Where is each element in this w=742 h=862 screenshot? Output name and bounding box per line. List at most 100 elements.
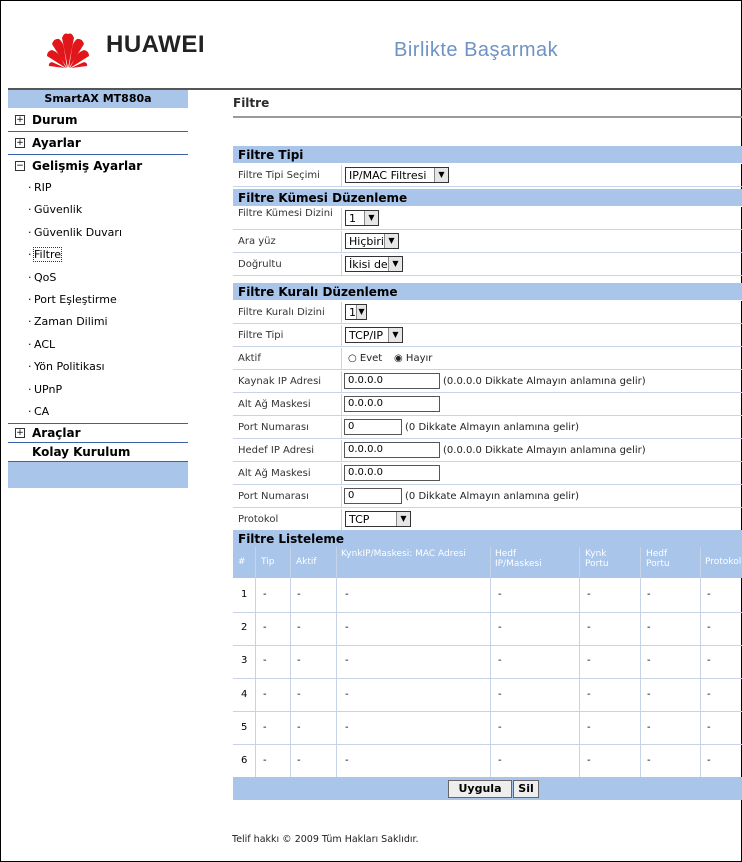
subitem-label[interactable]: Port Eşleştirme <box>34 293 117 306</box>
row-hedef-ip: Hedef IP Adresi 0.0.0.0 (0.0.0.0 Dikkate… <box>233 440 742 462</box>
dest-ip-input[interactable]: 0.0.0.0 <box>344 442 440 458</box>
rule-type-select[interactable]: TCP/IP ▼ <box>345 327 403 343</box>
bullet-icon: · <box>28 248 32 262</box>
table-cell: - <box>297 655 301 667</box>
table-cell: - <box>345 589 349 600</box>
sidebar-subitem-filtre[interactable]: · Filtre <box>8 244 188 266</box>
subitem-label[interactable]: CA <box>34 405 49 418</box>
sidebar-item-araclar[interactable]: + Araçlar <box>8 424 188 444</box>
dest-mask-input[interactable]: 0.0.0.0 <box>344 465 440 481</box>
field-cell: 0.0.0.0 (0.0.0.0 Dikkate Almayın anlamın… <box>341 440 646 461</box>
col-header: # <box>238 557 246 567</box>
table-cell: - <box>707 589 711 600</box>
port-hint: (0 Dikkate Almayın anlamına gelir) <box>405 422 580 433</box>
filter-type-select[interactable]: IP/MAC Filtresi ▼ <box>345 167 449 183</box>
table-cell: 3 <box>241 655 248 667</box>
col-header: KynkIP/Maskesi: MAC Adresi <box>341 549 466 559</box>
sidebar-subitem-acl[interactable]: · ACL <box>8 334 188 356</box>
dropdown-arrow-icon[interactable]: ▼ <box>388 328 402 342</box>
subitem-label[interactable]: RIP <box>34 181 52 194</box>
subitem-label[interactable]: Güvenlik Duvarı <box>34 226 122 239</box>
expand-icon[interactable]: + <box>15 428 25 439</box>
row-port2: Port Numarası 0 (0 Dikkate Almayın anlam… <box>233 486 742 508</box>
page-title: Filtre <box>233 96 270 110</box>
sidebar-subitem-upnp[interactable]: · UPnP <box>8 379 188 401</box>
table-cell: - <box>297 755 301 766</box>
table-cell: - <box>498 688 502 700</box>
radio-hayir[interactable]: ◉ Hayır <box>394 348 432 369</box>
column-divider <box>255 547 256 777</box>
sidebar-subitem-yon[interactable]: · Yön Politikası <box>8 356 188 378</box>
dropdown-arrow-icon[interactable]: ▼ <box>384 234 398 248</box>
field-cell: 0.0.0.0 <box>341 463 440 484</box>
expand-icon[interactable]: + <box>15 115 25 125</box>
bullet-icon: · <box>28 270 32 284</box>
col-header: Hedf IP/Maskesi <box>495 549 542 569</box>
column-divider <box>579 547 580 777</box>
subitem-label[interactable]: ACL <box>34 338 55 351</box>
dropdown-arrow-icon[interactable]: ▼ <box>434 168 448 182</box>
field-cell: 1 ▼ <box>341 208 379 229</box>
sidebar-subitem-zaman[interactable]: · Zaman Dilimi <box>8 311 188 333</box>
sidebar-subitem-qos[interactable]: · QoS <box>8 267 188 289</box>
field-label: Port Numarası <box>238 422 309 433</box>
sidebar-subitem-guvenlik[interactable]: · Güvenlik <box>8 199 188 221</box>
source-port-input[interactable]: 0 <box>344 419 402 435</box>
rule-index-select[interactable]: 1 ▼ <box>345 304 367 320</box>
subitem-label[interactable]: QoS <box>34 271 56 284</box>
table-row: 3 - - - - - - - <box>233 644 742 679</box>
table-row: 2 - - - - - - - <box>233 611 742 646</box>
select-value: 1 <box>349 306 356 319</box>
sidebar-item-durum[interactable]: + Durum <box>8 109 188 132</box>
field-label: Ara yüz <box>238 236 276 247</box>
sidebar-subitem-port[interactable]: · Port Eşleştirme <box>8 289 188 311</box>
row-port1: Port Numarası 0 (0 Dikkate Almayın anlam… <box>233 417 742 439</box>
sidebar-subitem-ca[interactable]: · CA <box>8 401 188 425</box>
dropdown-arrow-icon[interactable]: ▼ <box>388 257 402 271</box>
field-cell: 1 ▼ <box>341 302 367 323</box>
sidebar-subitem-guvenlik-duvari[interactable]: · Güvenlik Duvarı <box>8 222 188 244</box>
dropdown-arrow-icon[interactable]: ▼ <box>364 211 378 225</box>
slogan: Birlikte Başarmak <box>394 39 559 61</box>
direction-select[interactable]: İkisi de ▼ <box>345 256 403 272</box>
radio-evet[interactable]: ○ Evet <box>348 348 382 369</box>
dest-port-input[interactable]: 0 <box>344 488 402 504</box>
sidebar-item-gelismis[interactable]: − Gelişmiş Ayarlar <box>8 155 188 177</box>
table-cell: - <box>498 755 502 766</box>
table-cell: 1 <box>241 589 248 600</box>
collapse-icon[interactable]: − <box>15 161 25 171</box>
sidebar-item-kolay-kurulum[interactable]: Kolay Kurulum <box>8 443 188 463</box>
set-index-select[interactable]: 1 ▼ <box>345 210 379 226</box>
sidebar-item-label: Ayarlar <box>32 136 81 150</box>
subitem-label[interactable]: Zaman Dilimi <box>34 315 108 328</box>
table-cell: - <box>647 688 651 700</box>
dropdown-arrow-icon[interactable]: ▼ <box>396 512 410 526</box>
bullet-icon: · <box>28 360 32 374</box>
radio-unchecked-icon[interactable]: ○ <box>348 353 357 364</box>
ip-hint: (0.0.0.0 Dikkate Almayın anlamına gelir) <box>443 445 646 456</box>
sidebar-item-ayarlar[interactable]: + Ayarlar <box>8 132 188 155</box>
interface-select[interactable]: Hiçbiri ▼ <box>345 233 399 249</box>
source-mask-input[interactable]: 0.0.0.0 <box>344 396 440 412</box>
protocol-select[interactable]: TCP ▼ <box>345 511 411 527</box>
dropdown-arrow-icon[interactable]: ▼ <box>356 305 366 319</box>
subitem-label[interactable]: Filtre <box>32 247 63 263</box>
delete-button[interactable]: Sil <box>513 780 539 798</box>
ip-hint: (0.0.0.0 Dikkate Almayın anlamına gelir) <box>443 376 646 387</box>
apply-button[interactable]: Uygula <box>448 780 512 798</box>
radio-checked-icon[interactable]: ◉ <box>394 353 403 364</box>
field-cell: 0.0.0.0 (0.0.0.0 Dikkate Almayın anlamın… <box>341 371 646 392</box>
table-cell: - <box>498 655 502 667</box>
subitem-label[interactable]: Güvenlik <box>34 203 82 216</box>
subitem-label[interactable]: Yön Politikası <box>34 360 105 373</box>
select-value: 1 <box>349 212 356 225</box>
port-hint: (0 Dikkate Almayın anlamına gelir) <box>405 491 580 502</box>
bullet-icon: · <box>28 337 32 351</box>
subitem-label[interactable]: UPnP <box>34 383 62 396</box>
source-ip-input[interactable]: 0.0.0.0 <box>344 373 440 389</box>
table-cell: - <box>707 622 711 634</box>
sidebar-subitem-rip[interactable]: · RIP <box>8 177 188 199</box>
bullet-icon: · <box>28 404 32 418</box>
row-kural-tipi: Filtre Tipi TCP/IP ▼ <box>233 325 742 347</box>
expand-icon[interactable]: + <box>15 138 25 148</box>
